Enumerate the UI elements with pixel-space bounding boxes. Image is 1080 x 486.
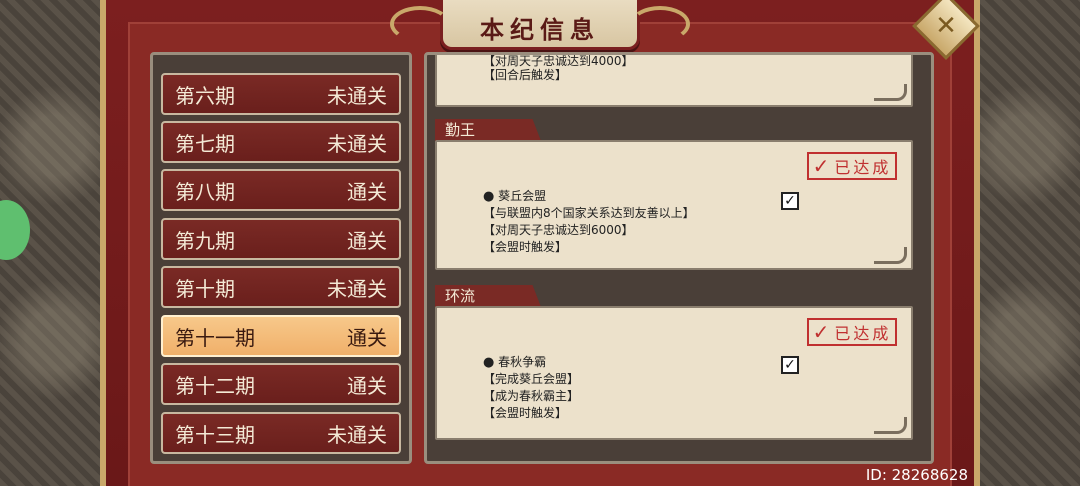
- achievement-name: 春秋争霸: [498, 355, 547, 369]
- page-title: 本纪信息: [480, 16, 600, 44]
- achieved-stamp: ✓ 已达成: [807, 318, 897, 346]
- achieved-stamp: ✓ 已达成: [807, 152, 897, 180]
- period-label: 第六期: [175, 83, 235, 108]
- user-id-label: ID: 28268628: [865, 466, 968, 484]
- achievement-name-row: ● 春秋争霸: [483, 354, 579, 371]
- list-item[interactable]: 第八期 通关: [161, 169, 401, 211]
- period-status: 未通关: [327, 131, 387, 156]
- achievement-name: 葵丘会盟: [498, 189, 547, 203]
- achievement-card-partial: 【对周天子忠诚达到4000】 【回合后触发】: [435, 54, 913, 107]
- period-label: 第十三期: [175, 422, 255, 447]
- achievement-name-row: ● 葵丘会盟: [483, 188, 695, 205]
- achievement-card: ✓ 已达成 ✓ ● 葵丘会盟 【与联盟内8个国家关系达到友善以上】 【对周天子忠…: [435, 140, 913, 270]
- condition-line: 【回合后触发】: [483, 68, 568, 82]
- condition-line: 【会盟时触发】: [483, 240, 568, 254]
- condition-line: 【对周天子忠诚达到6000】: [483, 223, 634, 237]
- list-item[interactable]: 第七期 未通关: [161, 121, 401, 163]
- close-icon: ✕: [935, 11, 957, 41]
- list-item[interactable]: 第六期 未通关: [161, 73, 401, 115]
- section-tab-label: 环流: [435, 285, 541, 307]
- list-item[interactable]: 第九期 通关: [161, 218, 401, 260]
- period-status: 通关: [347, 228, 387, 253]
- condition-line: 【对周天子忠诚达到4000】: [483, 54, 634, 67]
- period-status: 通关: [347, 179, 387, 204]
- details-panel: 【对周天子忠诚达到4000】 【回合后触发】 勤王 ✓ 已达成 ✓ ● 葵丘会盟…: [424, 52, 934, 464]
- achievement-card: ✓ 已达成 ✓ ● 春秋争霸 【完成葵丘会盟】 【成为春秋霸主】 【会盟时触发】: [435, 306, 913, 440]
- list-item[interactable]: 第十三期 未通关: [161, 412, 401, 454]
- list-item[interactable]: 第十期 未通关: [161, 266, 401, 308]
- period-label: 第十二期: [175, 373, 255, 398]
- checkbox[interactable]: ✓: [781, 356, 799, 374]
- title-left-ornament: [390, 6, 450, 42]
- bullet-icon: ●: [483, 189, 495, 204]
- title-right-ornament: [630, 6, 690, 42]
- section-tab-label: 勤王: [435, 119, 541, 141]
- period-status: 未通关: [327, 83, 387, 108]
- condition-line: 【完成葵丘会盟】: [483, 372, 580, 386]
- period-label: 第九期: [175, 228, 235, 253]
- background-right-pattern: [970, 0, 1080, 486]
- period-label: 第十期: [175, 276, 235, 301]
- list-item[interactable]: 第十二期 通关: [161, 363, 401, 405]
- checkmark-icon: ✓: [812, 320, 833, 344]
- checkmark-icon: ✓: [812, 154, 833, 178]
- period-label: 第八期: [175, 179, 235, 204]
- condition-line: 【会盟时触发】: [483, 406, 568, 420]
- period-status: 未通关: [327, 276, 387, 301]
- period-list-panel: 第六期 未通关 第七期 未通关 第八期 通关 第九期 通关 第十期 未通关 第十…: [150, 52, 412, 464]
- checkbox[interactable]: ✓: [781, 192, 799, 210]
- period-label: 第十一期: [175, 325, 255, 350]
- list-item-selected[interactable]: 第十一期 通关: [161, 315, 401, 357]
- period-status: 通关: [347, 325, 387, 350]
- condition-line: 【与联盟内8个国家关系达到友善以上】: [483, 206, 695, 220]
- period-status: 通关: [347, 373, 387, 398]
- period-label: 第七期: [175, 131, 235, 156]
- period-status: 未通关: [327, 422, 387, 447]
- condition-line: 【成为春秋霸主】: [483, 389, 580, 403]
- bullet-icon: ●: [483, 355, 495, 370]
- title-plate: 本纪信息: [440, 0, 640, 50]
